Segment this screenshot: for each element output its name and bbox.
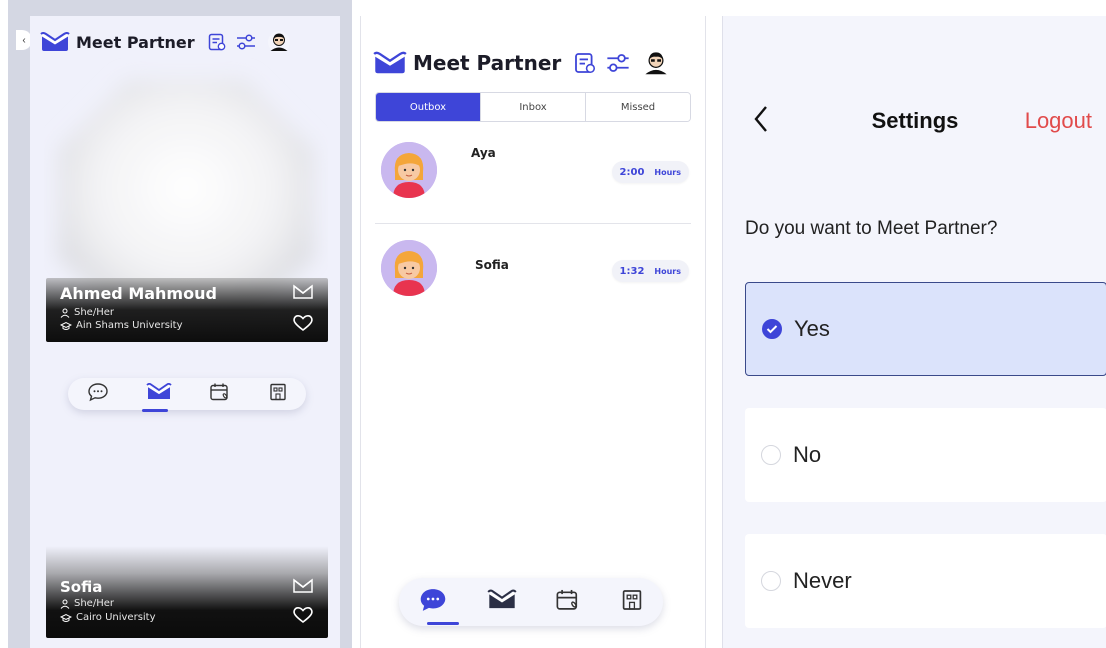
graduation-cap-icon	[60, 321, 72, 330]
notes-icon[interactable]	[573, 51, 597, 75]
request-timer: 1:32 Hours	[611, 260, 689, 282]
person-icon	[60, 599, 70, 609]
profile-card-1[interactable]: Ahmed Mahmoud She/Her Ain Shams Universi…	[46, 278, 328, 342]
discover-screen: Meet Partner Ahmed Mahmoud She/Her Ain S…	[30, 16, 340, 648]
card-name: Sofia	[60, 578, 103, 596]
option-yes[interactable]: Yes	[745, 282, 1106, 376]
requests-screen: Meet Partner Outbox Inbox Missed Aya 2:0…	[360, 16, 706, 648]
building-icon[interactable]	[268, 382, 288, 407]
send-request-mail-icon[interactable]	[292, 284, 314, 305]
calendar-icon[interactable]	[555, 588, 581, 617]
card-name: Ahmed Mahmoud	[60, 284, 217, 303]
like-heart-icon[interactable]	[292, 314, 314, 337]
university-text: Cairo University	[76, 612, 156, 623]
profile-card-2[interactable]: Sofia She/Her Cairo University	[46, 546, 328, 638]
building-icon[interactable]	[620, 588, 644, 617]
filter-icon[interactable]	[235, 33, 257, 51]
timer-unit: Hours	[654, 266, 681, 276]
logout-button[interactable]: Logout	[1025, 108, 1092, 134]
like-heart-icon[interactable]	[292, 606, 314, 629]
chat-icon[interactable]	[418, 586, 448, 619]
list-divider	[375, 223, 691, 224]
pronouns-text: She/Her	[74, 307, 114, 318]
request-name: Aya	[471, 146, 496, 160]
profile-avatar-icon[interactable]	[641, 48, 671, 78]
screenshot-stage: ‹ Meet Partner Ahmed Mahmoud She/Her Ain…	[0, 0, 1106, 648]
request-item-sofia[interactable]: Sofia 1:32 Hours	[375, 240, 691, 312]
option-label: No	[793, 442, 822, 467]
university-text: Ain Shams University	[76, 320, 183, 331]
option-never[interactable]: Never	[745, 534, 1106, 628]
timer-value: 1:32	[619, 265, 645, 277]
profile-avatar-icon[interactable]	[267, 30, 291, 54]
calendar-icon[interactable]	[209, 382, 231, 407]
timer-value: 2:00	[619, 166, 645, 178]
graduation-cap-icon	[60, 613, 72, 622]
discover-screen-frame: ‹ Meet Partner Ahmed Mahmoud She/Her Ain…	[8, 0, 352, 648]
pronouns-text: She/Her	[74, 598, 114, 609]
mail-logo-icon[interactable]	[145, 382, 172, 406]
requests-bottom-nav	[399, 578, 663, 626]
send-request-mail-icon[interactable]	[292, 578, 314, 599]
meet-partner-logo-icon	[373, 51, 407, 75]
brand-title: Meet Partner	[76, 32, 195, 52]
discover-nav-active-indicator	[142, 409, 168, 412]
settings-screen: Settings Logout Do you want to Meet Part…	[722, 16, 1106, 648]
option-label: Yes	[794, 316, 830, 341]
girl-avatar-icon	[381, 240, 437, 296]
card-pronouns: She/Her	[60, 598, 114, 609]
radio-unchecked-icon[interactable]	[761, 445, 781, 465]
requests-header: Meet Partner	[373, 46, 693, 80]
card-pronouns: She/Her	[60, 307, 114, 318]
back-arrow-icon: ‹	[22, 34, 26, 46]
discover-bottom-nav	[68, 378, 306, 410]
girl-avatar-icon	[381, 142, 437, 198]
brand-title: Meet Partner	[413, 51, 562, 75]
request-name: Sofia	[475, 258, 509, 272]
radio-unchecked-icon[interactable]	[761, 571, 781, 591]
requests-tabs: Outbox Inbox Missed	[375, 92, 691, 122]
card-university: Cairo University	[60, 612, 156, 623]
tab-inbox[interactable]: Inbox	[481, 93, 586, 121]
person-icon	[60, 308, 70, 318]
option-no[interactable]: No	[745, 408, 1106, 502]
notes-icon[interactable]	[207, 32, 227, 52]
meet-question: Do you want to Meet Partner?	[745, 218, 998, 239]
radio-checked-icon[interactable]	[762, 319, 782, 339]
option-label: Never	[793, 568, 852, 593]
requests-nav-active-indicator	[427, 622, 459, 625]
request-item-aya[interactable]: Aya 2:00 Hours	[375, 142, 691, 214]
filter-icon[interactable]	[605, 52, 631, 74]
tab-outbox[interactable]: Outbox	[376, 93, 481, 121]
mail-logo-icon[interactable]	[487, 589, 517, 616]
request-timer: 2:00 Hours	[611, 161, 689, 183]
meet-partner-logo-icon	[40, 32, 70, 52]
card-university: Ain Shams University	[60, 320, 183, 331]
timer-unit: Hours	[654, 167, 681, 177]
tab-missed[interactable]: Missed	[586, 93, 690, 121]
chat-icon[interactable]	[87, 382, 109, 407]
discover-header: Meet Partner	[40, 30, 332, 54]
